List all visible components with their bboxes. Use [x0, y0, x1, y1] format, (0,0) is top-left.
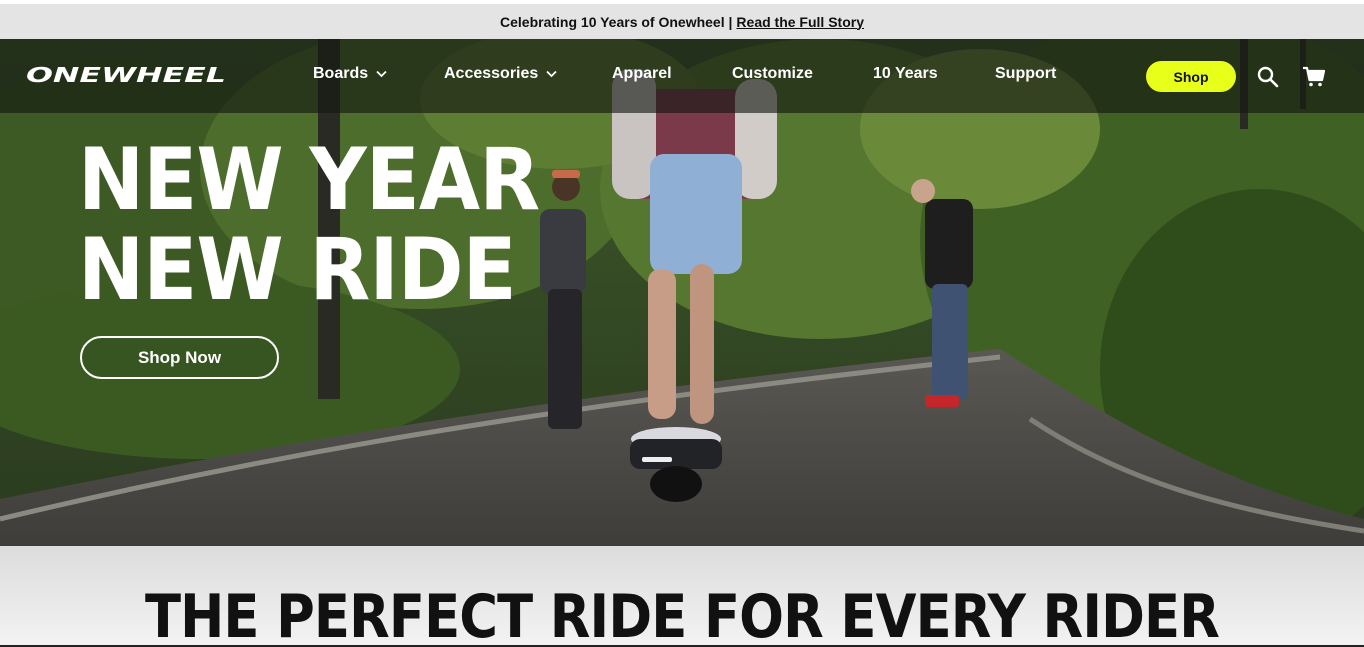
- shop-now-button[interactable]: Shop Now: [80, 336, 279, 379]
- hero-headline-line-2: NEW RIDE: [78, 220, 517, 320]
- nav-item-apparel[interactable]: Apparel: [612, 65, 672, 83]
- cart-icon[interactable]: [1302, 65, 1326, 89]
- nav-item-customize[interactable]: Customize: [732, 65, 813, 83]
- nav-item-10-years[interactable]: 10 Years: [873, 65, 938, 83]
- shop-button[interactable]: Shop: [1146, 61, 1236, 92]
- read-full-story-link[interactable]: Read the Full Story: [736, 14, 864, 30]
- nav-item-accessories[interactable]: Accessories: [444, 65, 557, 83]
- chevron-down-icon: [376, 70, 387, 78]
- chevron-down-icon: [546, 70, 557, 78]
- nav-item-boards[interactable]: Boards: [313, 65, 387, 83]
- nav-label-support: Support: [995, 65, 1057, 82]
- main-navigation: ONEWHEEL Boards Accessories Apparel Cust…: [0, 39, 1364, 113]
- announcement-bar: Celebrating 10 Years of Onewheel | Read …: [0, 4, 1364, 39]
- nav-label-apparel: Apparel: [612, 65, 672, 82]
- announcement-text: Celebrating 10 Years of Onewheel |: [500, 13, 733, 30]
- onewheel-logo[interactable]: ONEWHEEL: [26, 65, 226, 85]
- hero-section: ONEWHEEL Boards Accessories Apparel Cust…: [0, 39, 1364, 546]
- nav-label-boards: Boards: [313, 65, 369, 82]
- logo-text: ONEWHEEL: [26, 65, 226, 85]
- search-icon[interactable]: [1256, 65, 1280, 89]
- section-title: THE PERFECT RIDE FOR EVERY RIDER: [144, 582, 1220, 647]
- riders-section: THE PERFECT RIDE FOR EVERY RIDER: [0, 546, 1364, 647]
- nav-label-customize: Customize: [732, 65, 813, 82]
- nav-label-accessories: Accessories: [444, 65, 539, 82]
- nav-label-10-years: 10 Years: [873, 65, 938, 82]
- hero-headline: NEW YEAR NEW RIDE: [78, 130, 540, 320]
- nav-item-support[interactable]: Support: [995, 65, 1056, 83]
- hero-headline-line-1: NEW YEAR: [78, 130, 540, 230]
